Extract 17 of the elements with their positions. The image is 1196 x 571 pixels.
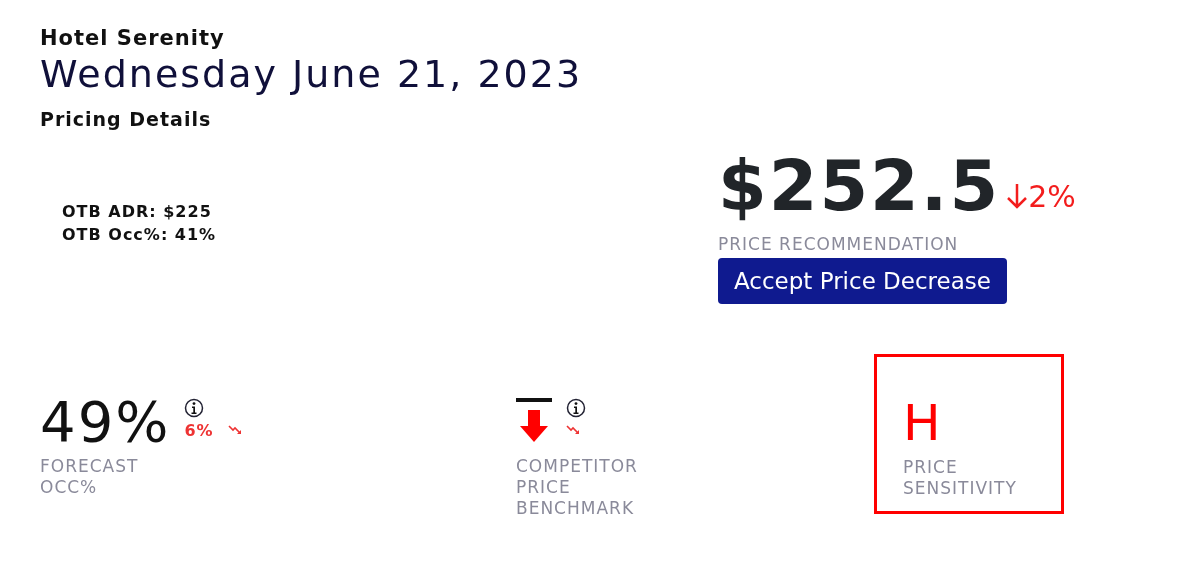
otb-stat: OTB ADR: $225 [62, 201, 213, 223]
metric-value: H [903, 393, 941, 453]
price-value: $252.5 [718, 146, 1001, 226]
otb-stat: OTB Occ%: 41% [62, 224, 218, 246]
metric-label: COMPETITOR PRICE BENCHMARK [516, 456, 638, 519]
section-title: Pricing Details [40, 108, 213, 130]
date-heading: Wednesday June 21, 2023 [40, 52, 584, 96]
metric-label: PRICE SENSITIVITY [903, 457, 1017, 499]
metric-label: FORECAST OCC% [40, 456, 139, 498]
hotel-name: Hotel Serenity [40, 26, 226, 50]
accept-price-button[interactable]: Accept Price Decrease [718, 258, 1007, 304]
info-icon[interactable] [184, 398, 205, 418]
price-label: PRICE RECOMMENDATION [718, 234, 960, 254]
price-change: 2% [1028, 178, 1076, 214]
metric-value: 49% [40, 392, 171, 452]
metric-change: 6% [184, 420, 214, 440]
info-icon[interactable] [566, 398, 586, 418]
